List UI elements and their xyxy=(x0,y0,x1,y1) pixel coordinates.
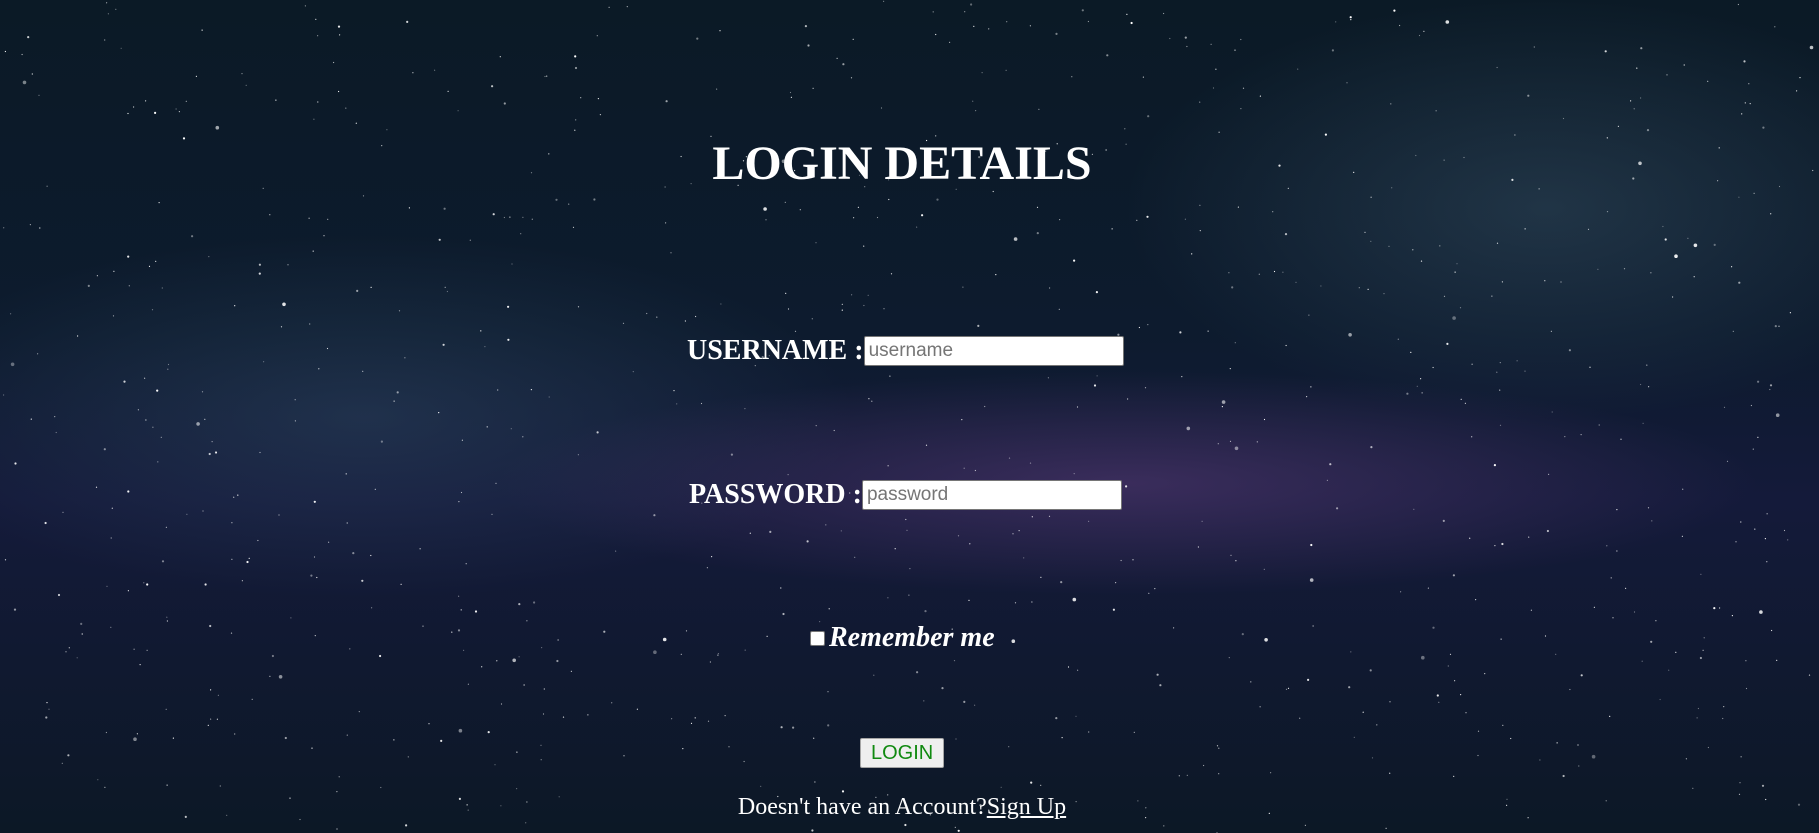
password-input[interactable] xyxy=(861,480,1122,510)
signup-link[interactable]: Sign Up xyxy=(987,794,1066,820)
starfield-background xyxy=(3,0,1814,833)
remember-me-label: Remember me xyxy=(829,622,995,653)
login-button[interactable]: LOGIN xyxy=(860,738,945,768)
username-row: USERNAME : xyxy=(687,335,1124,367)
remember-me-row: Remember me xyxy=(810,622,995,654)
remember-me-checkbox[interactable] xyxy=(810,630,825,646)
username-input[interactable] xyxy=(863,336,1124,366)
password-row: PASSWORD : xyxy=(689,479,1122,511)
signup-prompt-text: Doesn't have an Account? xyxy=(737,794,987,820)
signup-prompt: Doesn't have an Account?Sign Up xyxy=(0,794,1804,821)
password-label: PASSWORD : xyxy=(689,479,862,510)
page-title: LOGIN DETAILS xyxy=(712,137,1092,190)
username-label: USERNAME : xyxy=(687,335,864,366)
